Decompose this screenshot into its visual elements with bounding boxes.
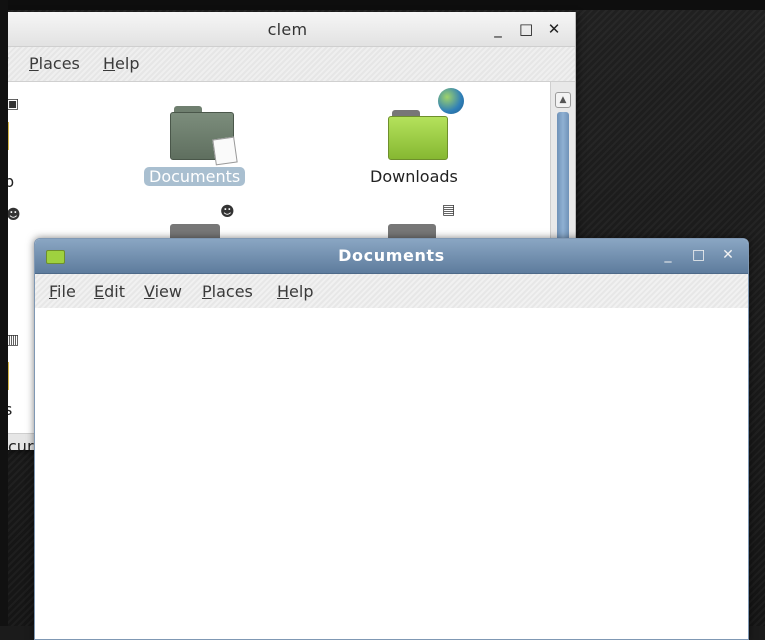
icon-label-documents[interactable]: Documents	[144, 167, 246, 186]
menu-places[interactable]: Places	[202, 282, 253, 301]
menu-file[interactable]: File	[49, 282, 76, 301]
maximize-button[interactable]: □	[692, 247, 705, 263]
menu-places-label: laces	[38, 54, 80, 73]
people-icon: ☻	[6, 207, 21, 223]
documents-menubar: File Edit View Places Help	[35, 274, 748, 309]
close-button[interactable]: ✕	[547, 20, 561, 38]
menu-edit[interactable]: Edit	[94, 282, 125, 301]
menu-view[interactable]: View	[144, 282, 182, 301]
documents-titlebar[interactable]: Documents _ □ ✕	[35, 239, 748, 274]
menu-view-label: iew	[154, 282, 182, 301]
downloads-folder-icon[interactable]	[388, 110, 448, 160]
icon-label-downloads[interactable]: Downloads	[370, 167, 458, 186]
person-icon: ☻	[220, 204, 235, 220]
desktop-top-strip	[0, 0, 765, 10]
menu-help[interactable]: Help	[103, 54, 139, 73]
minimize-button[interactable]: _	[491, 20, 505, 38]
picture-icon: ▤	[442, 202, 456, 218]
documents-folder-icon[interactable]	[170, 106, 238, 166]
clem-window-title: clem	[267, 20, 308, 39]
documents-file-view[interactable]	[35, 308, 748, 639]
scroll-up-arrow-icon[interactable]: ▲	[555, 92, 571, 108]
clem-menubar: / Places Help	[0, 47, 575, 82]
document-page-icon	[212, 136, 238, 166]
clem-titlebar[interactable]: clem _ □ ✕	[0, 12, 575, 47]
menu-file-label: ile	[57, 282, 76, 301]
menu-edit-label: dit	[104, 282, 125, 301]
globe-icon	[438, 88, 464, 114]
menu-places-label: laces	[211, 282, 253, 301]
close-button[interactable]: ✕	[722, 247, 734, 263]
menu-help-label: elp	[115, 54, 140, 73]
menu-help-label: elp	[289, 282, 314, 301]
desktop-left-strip	[0, 0, 8, 626]
menu-places[interactable]: Places	[29, 54, 80, 73]
minimize-button[interactable]: _	[662, 247, 674, 263]
menu-help[interactable]: Help	[277, 282, 313, 301]
documents-window: Documents _ □ ✕ File Edit View Places He…	[34, 238, 749, 640]
maximize-button[interactable]: □	[519, 20, 533, 38]
documents-window-title: Documents	[338, 246, 445, 265]
